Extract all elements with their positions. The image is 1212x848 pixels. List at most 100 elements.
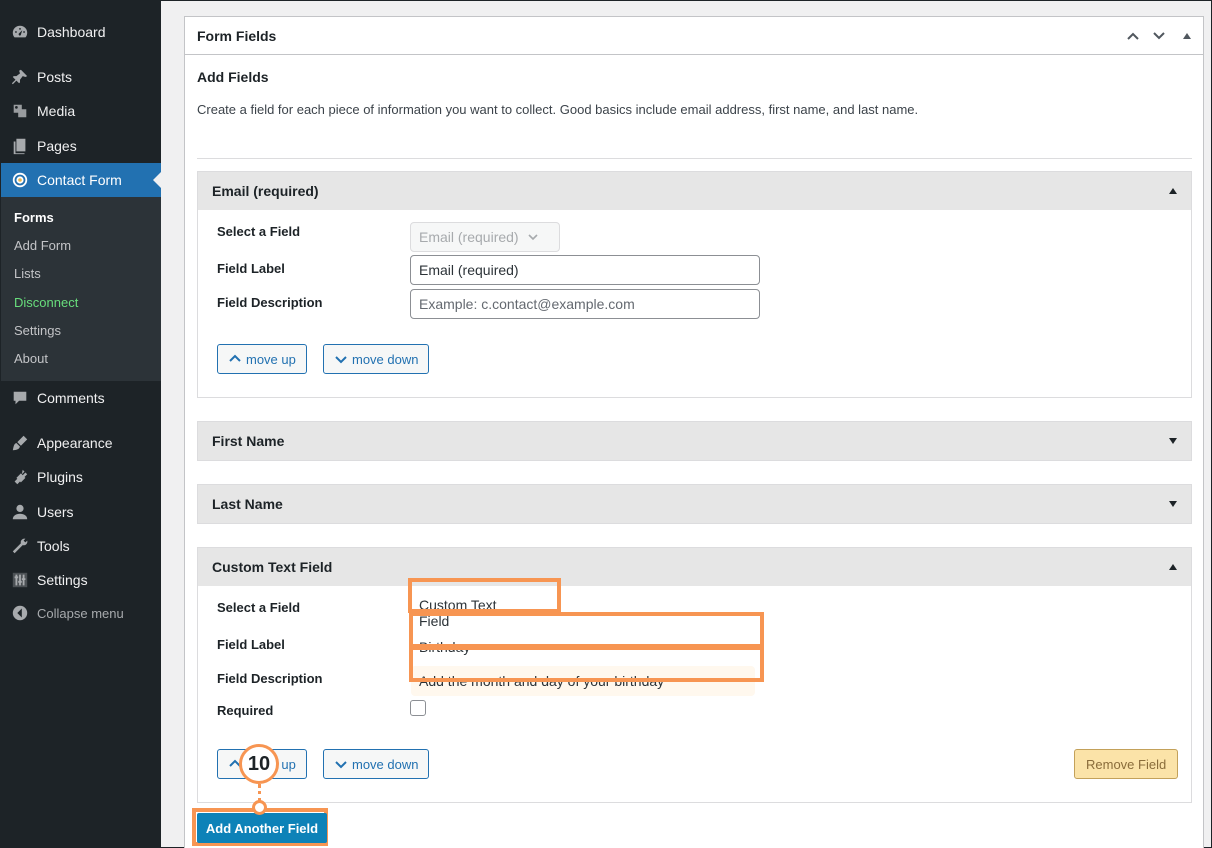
- submenu-about[interactable]: About: [14, 351, 48, 366]
- menu-collapse[interactable]: Collapse menu: [1, 596, 161, 630]
- menu-label: Posts: [37, 69, 73, 85]
- menu-comments[interactable]: Comments: [1, 381, 161, 415]
- move-up-chevron-icon[interactable]: [1125, 28, 1141, 44]
- expand-triangle-icon[interactable]: [1169, 501, 1177, 507]
- pin-icon: [1, 68, 37, 86]
- menu-label: Users: [37, 504, 74, 520]
- field-description-label: Field Description: [217, 295, 323, 310]
- field-panel-title: Custom Text Field: [212, 559, 333, 575]
- add-fields-heading: Add Fields: [197, 69, 269, 85]
- menu-pages[interactable]: Pages: [1, 129, 161, 163]
- select-field-label: Select a Field: [217, 224, 301, 239]
- chevron-down-icon: [335, 356, 347, 364]
- submenu-forms[interactable]: Forms: [14, 210, 54, 225]
- field-panel-header[interactable]: Email (required): [198, 172, 1191, 210]
- postbox-inside: Add Fields Create a field for each piece…: [197, 69, 1192, 803]
- move-up-button[interactable]: move up: [217, 344, 307, 374]
- select-field-dropdown[interactable]: Custom Text Field: [410, 597, 555, 629]
- form-fields-postbox: Form Fields Add Fields Create a field fo…: [184, 16, 1204, 848]
- field-panel-title: Last Name: [212, 496, 283, 512]
- field-panel-custom-text: Custom Text Field Select a Field Custom …: [197, 547, 1192, 803]
- field-label-input[interactable]: Birthday: [411, 632, 755, 662]
- pages-icon: [1, 137, 37, 155]
- required-label: Required: [217, 703, 274, 718]
- menu-label: Contact Form: [37, 172, 122, 188]
- menu-label: Collapse menu: [37, 605, 124, 621]
- chevron-down-icon: [528, 234, 538, 241]
- field-panel-first-name: First Name: [197, 421, 1192, 461]
- collapse-triangle-icon[interactable]: [1169, 564, 1177, 570]
- wrench-icon: [1, 537, 37, 555]
- media-icon: [1, 102, 37, 120]
- settings-sliders-icon: [1, 571, 37, 589]
- field-panel-title: First Name: [212, 433, 285, 449]
- field-panel-header[interactable]: Last Name: [198, 485, 1191, 523]
- menu-tools[interactable]: Tools: [1, 529, 161, 563]
- move-down-button[interactable]: move down: [323, 749, 430, 779]
- select-value: Email (required): [419, 229, 519, 245]
- collapse-arrow-icon: [1, 604, 37, 622]
- remove-field-button[interactable]: Remove Field: [1074, 749, 1179, 779]
- menu-posts[interactable]: Posts: [1, 60, 161, 94]
- divider: [197, 158, 1192, 159]
- chevron-up-icon: [229, 354, 241, 362]
- field-description-input[interactable]: Example: c.contact@example.com: [410, 289, 760, 319]
- contact-form-submenu: Forms Add Form Lists Disconnect Settings…: [1, 197, 161, 381]
- menu-label: Dashboard: [37, 24, 106, 40]
- menu-label: Settings: [37, 572, 88, 588]
- menu-label: Tools: [37, 538, 70, 554]
- chevron-down-icon: [536, 610, 546, 617]
- menu-users[interactable]: Users: [1, 495, 161, 529]
- menu-dashboard[interactable]: Dashboard: [1, 15, 161, 49]
- admin-sidebar: Dashboard Posts Media Pages Contact Form…: [1, 1, 161, 848]
- handle-actions: [1125, 28, 1191, 44]
- field-panel-last-name: Last Name: [197, 484, 1192, 524]
- field-label-input[interactable]: Email (required): [410, 255, 760, 285]
- move-down-button[interactable]: move down: [323, 344, 430, 374]
- callout-anchor-dot: [252, 800, 267, 815]
- menu-settings[interactable]: Settings: [1, 563, 161, 597]
- chevron-down-icon: [335, 761, 347, 769]
- move-down-label: move down: [352, 351, 419, 367]
- submenu-disconnect[interactable]: Disconnect: [14, 295, 78, 310]
- field-description-input[interactable]: Add the month and day of your birthday: [411, 666, 755, 696]
- select-value: Custom Text Field: [419, 597, 497, 629]
- move-down-chevron-icon[interactable]: [1151, 28, 1167, 44]
- menu-label: Pages: [37, 138, 77, 154]
- field-label-label: Field Label: [217, 261, 285, 276]
- select-field-label: Select a Field: [217, 600, 301, 615]
- submenu-settings[interactable]: Settings: [14, 323, 61, 338]
- menu-label: Appearance: [37, 435, 113, 451]
- menu-media[interactable]: Media: [1, 94, 161, 128]
- menu-plugins[interactable]: Plugins: [1, 460, 161, 494]
- field-panel-header[interactable]: First Name: [198, 422, 1191, 460]
- step-callout-badge: 10: [239, 744, 279, 784]
- menu-contact-form[interactable]: Contact Form: [1, 163, 161, 197]
- field-description-label: Field Description: [217, 671, 323, 686]
- plugin-icon: [1, 468, 37, 486]
- menu-label: Plugins: [37, 469, 83, 485]
- submenu-lists[interactable]: Lists: [14, 266, 41, 281]
- menu-label: Comments: [37, 390, 105, 406]
- collapse-triangle-icon[interactable]: [1169, 188, 1177, 194]
- add-fields-description: Create a field for each piece of informa…: [197, 102, 919, 117]
- field-label-label: Field Label: [217, 637, 285, 652]
- field-panel-email: Email (required) Select a Field Email (r…: [197, 171, 1192, 398]
- dashboard-icon: [1, 23, 37, 41]
- postbox-title: Form Fields: [197, 27, 277, 44]
- move-up-label: move up: [246, 351, 296, 367]
- toggle-panel-icon[interactable]: [1183, 32, 1191, 39]
- add-another-field-button[interactable]: Add Another Field: [197, 813, 327, 843]
- menu-label: Media: [37, 103, 76, 119]
- contact-form-logo-icon: [1, 171, 37, 189]
- select-field-dropdown: Email (required): [410, 222, 560, 252]
- postbox-header: Form Fields: [185, 17, 1203, 55]
- field-panel-header[interactable]: Custom Text Field: [198, 548, 1191, 586]
- user-icon: [1, 503, 37, 521]
- submenu-add-form[interactable]: Add Form: [14, 238, 71, 253]
- required-checkbox[interactable]: [410, 700, 426, 716]
- menu-appearance[interactable]: Appearance: [1, 426, 161, 460]
- comment-icon: [1, 389, 37, 407]
- paintbrush-icon: [1, 434, 37, 452]
- expand-triangle-icon[interactable]: [1169, 438, 1177, 444]
